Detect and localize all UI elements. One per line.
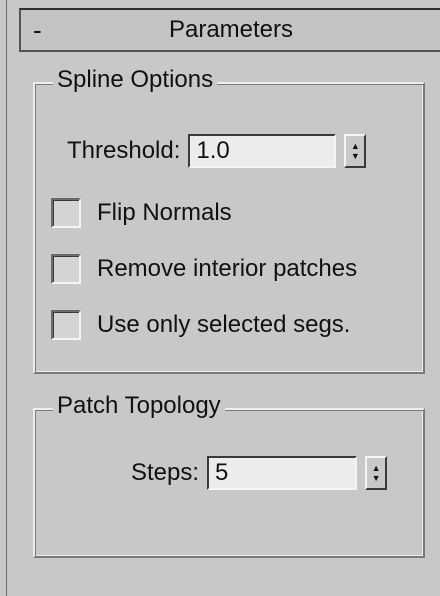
patch-topology-legend: Patch Topology: [53, 392, 225, 420]
flip-normals-row[interactable]: Flip Normals: [51, 198, 232, 228]
steps-spin-buttons[interactable]: ▲ ▼: [365, 456, 388, 490]
flip-normals-label[interactable]: Flip Normals: [97, 199, 232, 227]
remove-interior-patches-label[interactable]: Remove interior patches: [97, 255, 357, 283]
steps-label: Steps:: [131, 459, 200, 486]
threshold-label: Threshold:: [67, 137, 181, 164]
remove-interior-patches-row[interactable]: Remove interior patches: [51, 254, 357, 284]
use-only-selected-segs-label[interactable]: Use only selected segs.: [97, 311, 350, 339]
threshold-spin-buttons[interactable]: ▲ ▼: [344, 134, 367, 168]
spline-options-group: Spline Options Threshold: 1.0 ▲ ▼ Flip N…: [33, 66, 425, 374]
rollout-title: Parameters: [168, 16, 294, 43]
steps-spinner: Steps: 5 ▲ ▼: [131, 456, 388, 490]
spin-down-arrow-icon[interactable]: ▼: [372, 473, 381, 483]
use-only-selected-segs-checkbox[interactable]: [51, 310, 81, 340]
flip-normals-checkbox[interactable]: [51, 198, 81, 228]
spin-up-arrow-icon[interactable]: ▲: [372, 463, 381, 473]
patch-topology-group: Patch Topology Steps: 5 ▲ ▼: [33, 392, 425, 558]
threshold-input[interactable]: 1.0: [188, 134, 337, 168]
spin-down-arrow-icon[interactable]: ▼: [351, 151, 360, 161]
spin-up-arrow-icon[interactable]: ▲: [351, 141, 360, 151]
command-panel: - Parameters Spline Options Threshold: 1…: [6, 0, 440, 596]
use-only-selected-segs-row[interactable]: Use only selected segs.: [51, 310, 350, 340]
remove-interior-patches-checkbox[interactable]: [51, 254, 81, 284]
threshold-spinner: Threshold: 1.0 ▲ ▼: [67, 134, 367, 168]
spline-options-legend: Spline Options: [53, 66, 218, 94]
steps-input[interactable]: 5: [207, 456, 358, 490]
parameters-rollout-header[interactable]: - Parameters: [19, 8, 440, 52]
